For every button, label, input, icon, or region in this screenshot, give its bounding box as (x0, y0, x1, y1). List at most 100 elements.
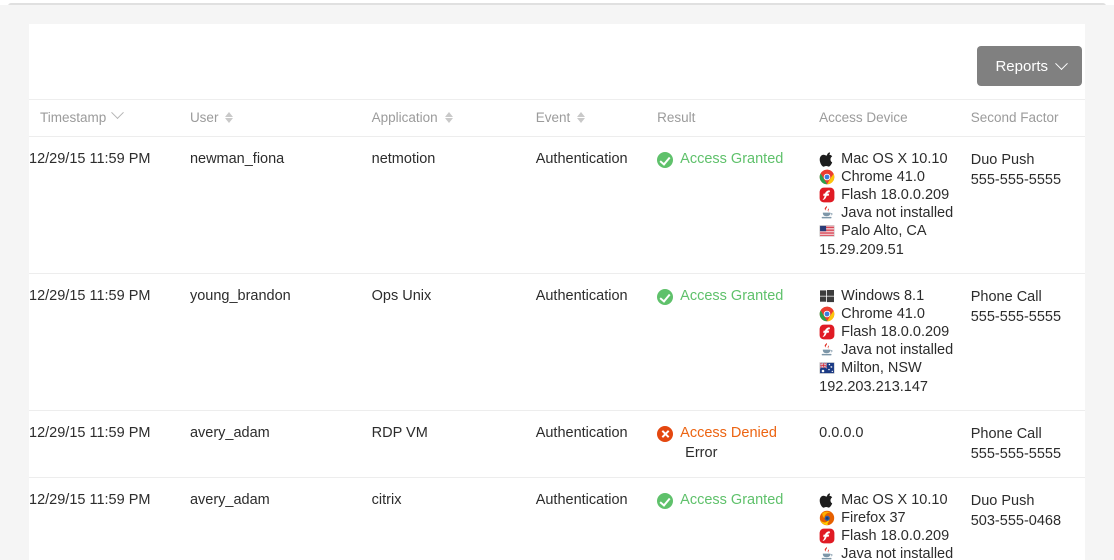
column-header-event[interactable]: Event (535, 100, 658, 137)
page-viewport: Reports Timestamp User Application Event Res… (0, 5, 1114, 560)
table-row[interactable]: 12/29/15 11:59 PM avery_adam citrix Authent… (29, 477, 1085, 560)
column-header-result: Result (657, 100, 820, 137)
second-factor-phone: 555-555-5555 (970, 309, 1062, 325)
java-icon (821, 547, 833, 560)
column-header-inner: Second Factor (971, 110, 1059, 125)
device-line-label: Chrome 41.0 (841, 306, 925, 322)
device-ip-address: 192.203.213.147 (819, 379, 928, 395)
cell-result: Access Denied Error (657, 410, 820, 478)
flash-icon (819, 187, 835, 203)
cell-user: newman_fiona (189, 136, 372, 274)
device-line: Flash 18.0.0.209 (819, 323, 965, 341)
check-circle-icon (657, 493, 674, 509)
second-factor-method: Duo Push (970, 493, 1035, 509)
column-header-user[interactable]: User (189, 100, 372, 137)
cell-second-factor: Duo Push 555-555-5555 (970, 136, 1085, 274)
table-row[interactable]: 12/29/15 11:59 PM avery_adam RDP VM Authent… (29, 410, 1085, 478)
java-icon (821, 206, 833, 219)
column-header-inner: Result (657, 110, 695, 125)
device-line: Palo Alto, CA (819, 222, 965, 240)
sort-unsorted-icon[interactable] (225, 111, 234, 124)
device-ip-address: 0.0.0.0 (819, 425, 864, 441)
column-header-label: Result (657, 110, 696, 125)
cell-application: citrix (371, 477, 536, 560)
column-header-label: Event (535, 110, 571, 125)
reports-button[interactable]: Reports (977, 46, 1082, 86)
device-line: Mac OS X 10.10 (819, 491, 965, 509)
table-header: Timestamp User Application Event Result Acces… (29, 100, 1085, 137)
page-shell: Reports Timestamp User Application Event Res… (0, 0, 1114, 560)
device-line-label: Firefox 37 (841, 510, 906, 526)
check-circle-icon (657, 289, 674, 305)
device-line-label: Mac OS X 10.10 (841, 151, 948, 167)
device-line: Mac OS X 10.10 (819, 150, 965, 168)
java-icon (821, 343, 833, 356)
device-line-label: Palo Alto, CA (841, 223, 927, 239)
device-line: Chrome 41.0 (819, 168, 965, 186)
cell-application: Ops Unix (371, 273, 536, 411)
column-header-second_factor: Second Factor (970, 100, 1085, 137)
device-line-label: Windows 8.1 (841, 288, 925, 304)
second-factor-phone: 555-555-5555 (970, 172, 1062, 188)
second-factor-method: Phone Call (970, 289, 1042, 305)
cell-access-device: Mac OS X 10.10 Firefox 37 Flash 18.0.0.209… (819, 477, 971, 560)
cell-event: Authentication (535, 136, 658, 274)
cell-user: avery_adam (189, 477, 372, 560)
cell-result: Access Granted (657, 136, 820, 274)
cell-result: Access Granted (657, 273, 820, 411)
reports-button-label: Reports (995, 57, 1048, 75)
flash-icon (819, 324, 835, 340)
result-line: Access Granted (657, 150, 813, 169)
result-label: Access Granted (680, 151, 784, 167)
sort-unsorted-icon[interactable] (444, 111, 454, 124)
device-line-label: Milton, NSW (841, 360, 922, 376)
device-line: Java not installed (819, 545, 965, 560)
cell-event: Authentication (535, 273, 658, 411)
cell-timestamp: 12/29/15 11:59 PM (29, 477, 190, 560)
cell-event: Authentication (535, 477, 658, 560)
result-line: Access Granted (657, 287, 813, 306)
column-header-label: User (189, 110, 219, 125)
table-row[interactable]: 12/29/15 11:59 PM young_brandon Ops Unix Au… (29, 273, 1085, 411)
device-line-label: Chrome 41.0 (841, 169, 925, 185)
cell-timestamp: 12/29/15 11:59 PM (29, 410, 190, 478)
column-header-inner: Access Device (819, 110, 908, 125)
flag-au-icon (819, 362, 835, 374)
device-ip-address: 15.29.209.51 (819, 242, 904, 258)
flag-us-icon (819, 225, 835, 237)
device-line-label: Java not installed (841, 205, 954, 221)
column-header-label: Application (371, 110, 438, 125)
table-toolbar: Reports (29, 24, 1085, 100)
device-line: Milton, NSW (819, 359, 965, 377)
cell-timestamp: 12/29/15 11:59 PM (29, 136, 190, 274)
second-factor-phone: 555-555-5555 (970, 446, 1062, 462)
device-line: Chrome 41.0 (819, 305, 965, 323)
device-line: Flash 18.0.0.209 (819, 186, 965, 204)
sort-unsorted-icon[interactable] (577, 111, 586, 124)
device-line: Java not installed (819, 341, 965, 359)
cell-access-device: 0.0.0.0 (819, 410, 971, 478)
column-header-inner: Timestamp (40, 106, 125, 125)
flash-icon (819, 528, 835, 544)
second-factor-method: Duo Push (970, 152, 1035, 168)
check-circle-icon (657, 152, 674, 168)
device-line-label: Java not installed (841, 342, 954, 358)
authentication-log-table: Timestamp User Application Event Result Acces… (29, 100, 1085, 560)
column-header-timestamp[interactable]: Timestamp (29, 100, 190, 137)
cell-timestamp: 12/29/15 11:59 PM (29, 273, 190, 411)
result-line: Access Granted (657, 491, 813, 510)
device-line: Java not installed (819, 204, 965, 222)
cell-second-factor: Phone Call 555-555-5555 (970, 273, 1085, 411)
column-header-application[interactable]: Application (371, 100, 536, 137)
table-row[interactable]: 12/29/15 11:59 PM newman_fiona netmotion Au… (29, 136, 1085, 274)
column-header-inner: Application (372, 110, 454, 125)
sort-descending-icon[interactable] (111, 106, 125, 120)
chrome-icon (819, 169, 835, 185)
cell-access-device: Mac OS X 10.10 Chrome 41.0 Flash 18.0.0.20… (819, 136, 971, 274)
authentication-log-card: Reports Timestamp User Application Event Res… (29, 24, 1085, 560)
result-label: Access Granted (680, 492, 784, 508)
column-header-inner: Event (536, 110, 587, 125)
cell-user: young_brandon (189, 273, 372, 411)
device-line: Firefox 37 (819, 509, 965, 527)
firefox-icon (819, 510, 835, 526)
